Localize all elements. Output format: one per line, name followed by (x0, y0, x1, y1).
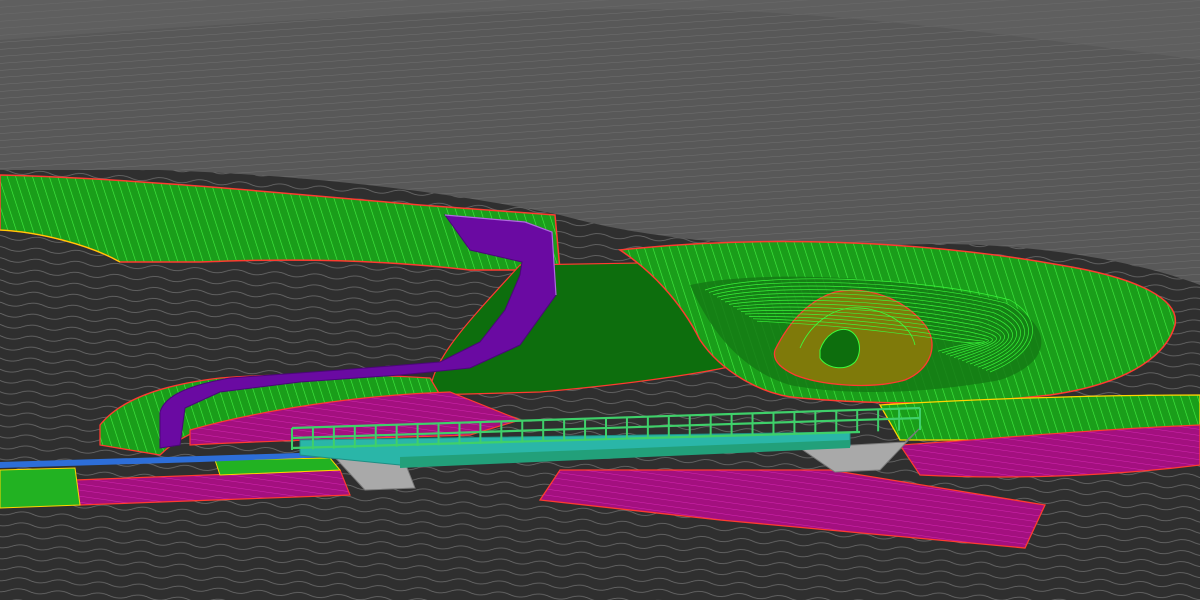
cad-terrain-rendering (0, 0, 1200, 600)
graded-green-strip-low (0, 467, 81, 509)
